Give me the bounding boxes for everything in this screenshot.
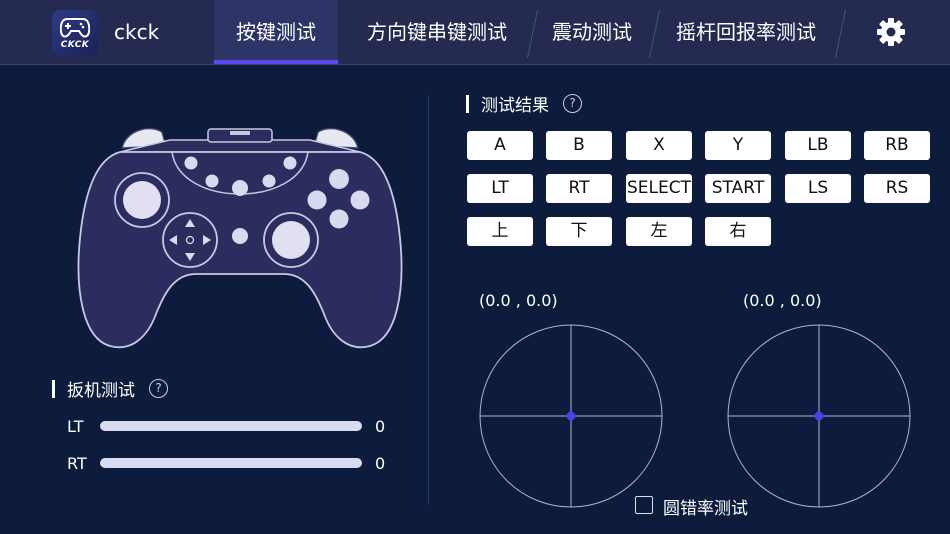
controller-illustration <box>77 127 403 349</box>
tab-label: 方向键串键测试 <box>367 20 507 44</box>
tab-separator <box>648 10 661 58</box>
tab-label: 按键测试 <box>236 20 316 44</box>
trigger-test-label: 扳机测试 <box>67 381 135 401</box>
app-name: ckck <box>114 20 160 44</box>
rt-value: 0 <box>375 454 386 473</box>
rt-progress-bar <box>100 458 362 468</box>
right-stick-plot <box>727 324 911 508</box>
lt-progress-bar <box>100 421 362 431</box>
test-results-title: 测试结果 ? <box>466 91 582 116</box>
left-stick-position-dot <box>566 411 576 421</box>
lt-label: LT <box>67 417 84 436</box>
tab-separator <box>834 10 847 58</box>
result-button: RS <box>864 174 930 203</box>
help-icon[interactable]: ? <box>563 94 582 113</box>
trigger-test-title: 扳机测试 ? <box>52 376 168 401</box>
tab-dpad-combo-test[interactable]: 方向键串键测试 <box>348 0 526 64</box>
app-logo-text: CKCK <box>60 39 90 50</box>
right-stick-position-dot <box>814 411 824 421</box>
tab-separator <box>526 10 539 58</box>
right-stick-coord: (0.0 , 0.0) <box>743 291 822 310</box>
lt-value: 0 <box>375 417 386 436</box>
result-button: 下 <box>546 217 612 246</box>
result-button: Y <box>705 131 771 160</box>
result-button: A <box>467 131 533 160</box>
left-stick-coord: (0.0 , 0.0) <box>479 291 558 310</box>
result-button: LT <box>467 174 533 203</box>
tab-button-test[interactable]: 按键测试 <box>214 0 338 64</box>
roundness-test-label[interactable]: 圆错率测试 <box>663 494 748 519</box>
tab-joystick-report-rate-test[interactable]: 摇杆回报率测试 <box>662 0 830 64</box>
result-button: LB <box>785 131 851 160</box>
result-button: X <box>626 131 692 160</box>
left-stick-plot <box>479 324 663 508</box>
result-button: 左 <box>626 217 692 246</box>
result-button: 右 <box>705 217 771 246</box>
result-button: 上 <box>467 217 533 246</box>
tab-label: 摇杆回报率测试 <box>676 20 816 44</box>
gear-icon[interactable] <box>876 17 906 47</box>
tab-vibration-test[interactable]: 震动测试 <box>538 0 646 64</box>
roundness-test-checkbox[interactable] <box>635 496 653 514</box>
result-button: SELECT <box>626 174 692 203</box>
test-results-label: 测试结果 <box>481 96 549 116</box>
gamepad-icon <box>60 17 90 37</box>
app-logo: CKCK <box>52 10 98 56</box>
title-marker <box>52 379 55 398</box>
rt-label: RT <box>67 454 87 473</box>
help-icon[interactable]: ? <box>149 379 168 398</box>
top-bar: CKCK ckck 按键测试 方向键串键测试 震动测试 摇杆回报率测试 <box>0 0 950 65</box>
result-button: START <box>705 174 771 203</box>
result-button: RT <box>546 174 612 203</box>
result-button: B <box>546 131 612 160</box>
result-button: RB <box>864 131 930 160</box>
tab-label: 震动测试 <box>552 20 632 44</box>
right-stick <box>272 221 310 259</box>
result-button: LS <box>785 174 851 203</box>
panel-divider <box>428 95 429 505</box>
title-marker <box>466 94 469 113</box>
left-stick <box>123 181 161 219</box>
